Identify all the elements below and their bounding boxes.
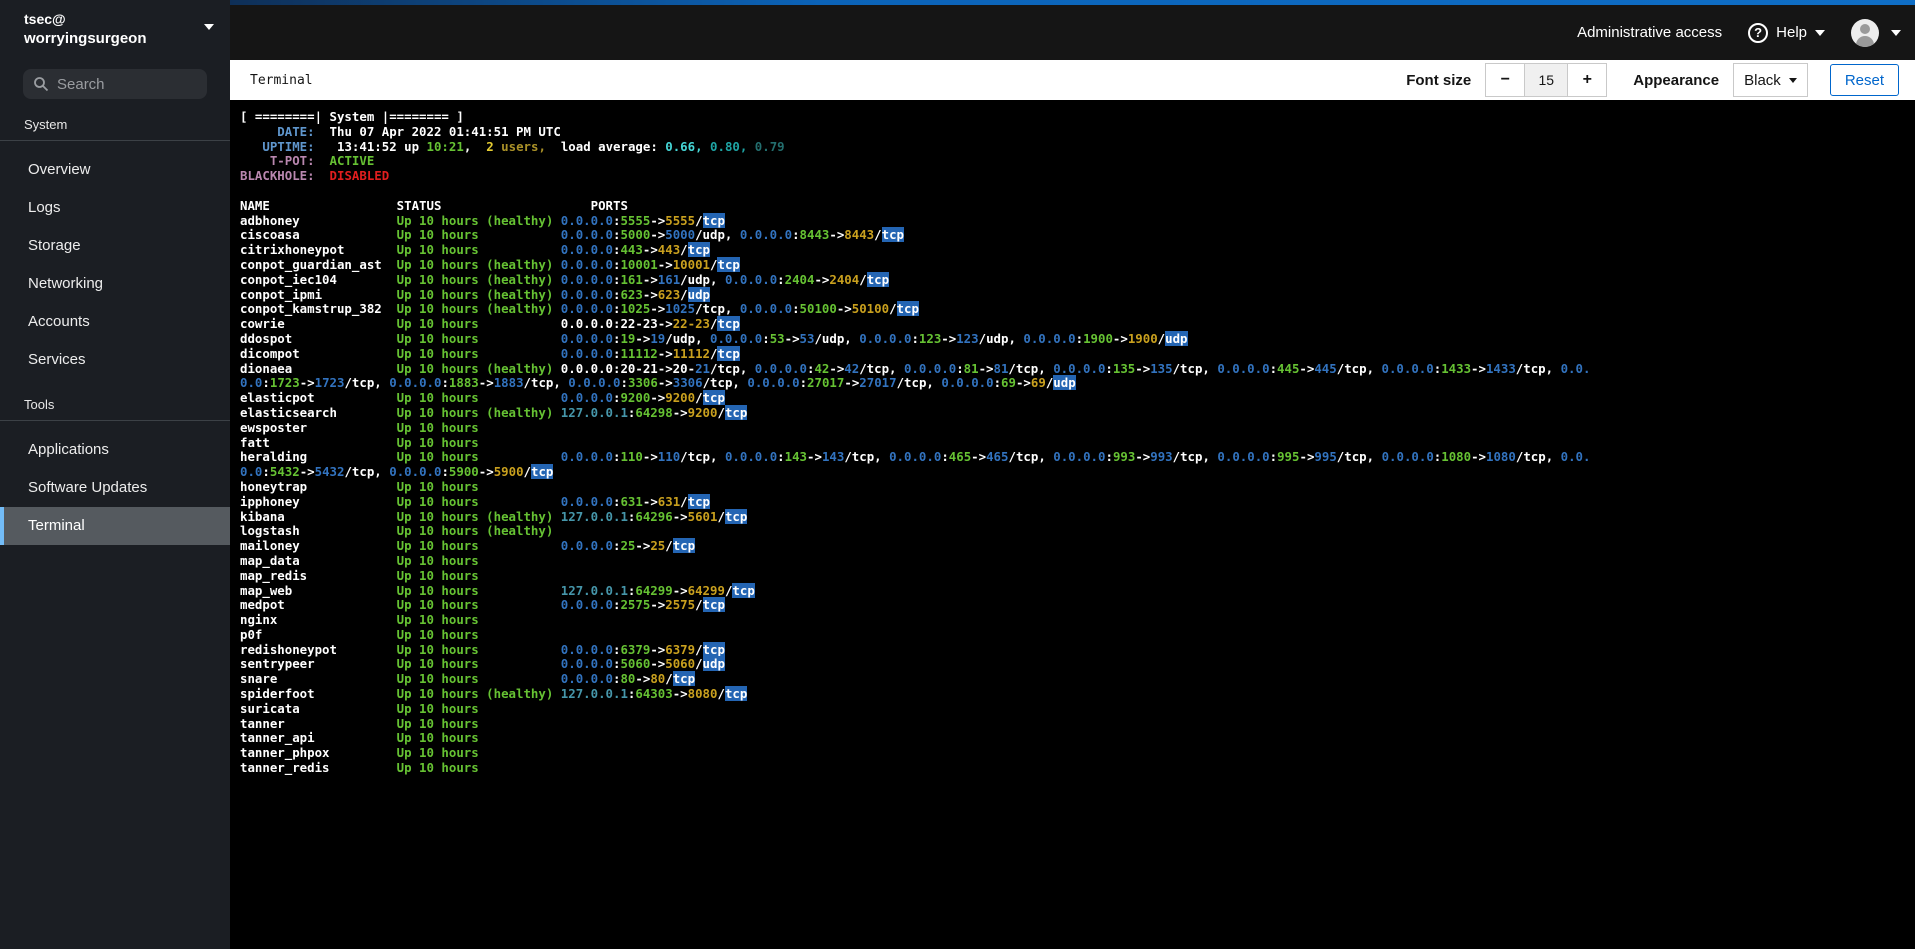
- chevron-down-icon: [204, 24, 214, 30]
- nav-section-label: Tools: [24, 397, 55, 412]
- sidebar-item-overview[interactable]: Overview: [0, 151, 230, 189]
- font-size-label: Font size: [1406, 71, 1472, 89]
- sidebar-nav: System Overview Logs Storage Networking Accou…: [0, 113, 230, 545]
- terminal-line: mailoney Up 10 hours 0.0.0.0:25->25/tcp: [240, 538, 696, 554]
- terminal-line: logstash Up 10 hours (healthy): [240, 523, 561, 539]
- sidebar-item-terminal[interactable]: Terminal: [0, 507, 230, 545]
- terminal-line: map_web Up 10 hours 127.0.0.1:64299->642…: [240, 582, 755, 598]
- terminal-line: DATE: Thu 07 Apr 2022 01:41:51 PM UTC: [240, 123, 561, 139]
- page-title: Terminal: [250, 72, 313, 88]
- terminal-line: BLACKHOLE: DISABLED: [240, 168, 390, 184]
- terminal-line: adbhoney Up 10 hours (healthy) 0.0.0.0:5…: [240, 212, 725, 228]
- masthead: Administrative access ? Help: [230, 0, 1915, 60]
- sidebar-item-logs[interactable]: Logs: [0, 189, 230, 227]
- help-menu[interactable]: ? Help: [1748, 22, 1825, 43]
- terminal-line: ipphoney Up 10 hours 0.0.0.0:631->631/tc…: [240, 493, 711, 509]
- terminal-line: ciscoasa Up 10 hours 0.0.0.0:5000->5000/…: [240, 227, 904, 243]
- terminal-line: dicompot Up 10 hours 0.0.0.0:11112->1111…: [240, 345, 740, 361]
- sidebar-item-networking[interactable]: Networking: [0, 265, 230, 303]
- font-size-value: 15: [1525, 63, 1568, 97]
- terminal-line: conpot_kamstrup_382 Up 10 hours (healthy…: [240, 301, 919, 317]
- appearance-label: Appearance: [1633, 71, 1720, 89]
- terminal-line: NAME STATUS PORTS: [240, 197, 628, 213]
- terminal-line: honeytrap Up 10 hours: [240, 478, 561, 494]
- terminal-line: conpot_iec104 Up 10 hours (healthy) 0.0.…: [240, 271, 890, 287]
- font-size-stepper: − 15 +: [1485, 63, 1608, 97]
- terminal-line: redishoneypot Up 10 hours 0.0.0.0:6379->…: [240, 641, 725, 657]
- chevron-down-icon: [1815, 29, 1825, 36]
- terminal-line: conpot_ipmi Up 10 hours (healthy) 0.0.0.…: [240, 286, 711, 302]
- terminal-line: ewsposter Up 10 hours: [240, 419, 561, 435]
- appearance-value: Black: [1744, 71, 1781, 89]
- terminal-line: cowrie Up 10 hours 0.0.0.0:22-23->22-23/…: [240, 316, 740, 332]
- user-menu[interactable]: tsec@ worryingsurgeon: [0, 0, 230, 61]
- reset-button[interactable]: Reset: [1829, 64, 1899, 96]
- search-icon: [34, 77, 49, 92]
- administrative-access-button[interactable]: Administrative access: [1577, 24, 1722, 41]
- terminal-output[interactable]: [ ========| System |======== ] DATE: Thu…: [230, 100, 1915, 949]
- terminal-line: sentrypeer Up 10 hours 0.0.0.0:5060->506…: [240, 656, 725, 672]
- terminal-line: citrixhoneypot Up 10 hours 0.0.0.0:443->…: [240, 242, 711, 258]
- search-box: [23, 69, 207, 99]
- nav-section: Tools Applications Software Updates Termina…: [0, 393, 230, 545]
- terminal-line: map_redis Up 10 hours: [240, 567, 561, 583]
- terminal-line: tanner_redis Up 10 hours: [240, 760, 561, 776]
- terminal-line: kibana Up 10 hours (healthy) 127.0.0.1:6…: [240, 508, 748, 524]
- terminal-line: snare Up 10 hours 0.0.0.0:80->80/tcp: [240, 671, 696, 687]
- terminal-line: tanner_phpox Up 10 hours: [240, 745, 561, 761]
- terminal-line: tanner_api Up 10 hours: [240, 730, 561, 746]
- chevron-down-icon: [1891, 29, 1901, 36]
- terminal-line: medpot Up 10 hours 0.0.0.0:2575->2575/tc…: [240, 597, 725, 613]
- terminal-line: ddospot Up 10 hours 0.0.0.0:19->19/udp, …: [240, 330, 1188, 346]
- sidebar-item-services[interactable]: Services: [0, 341, 230, 379]
- nav-section: System Overview Logs Storage Networking Accou…: [0, 113, 230, 379]
- terminal-line: p0f Up 10 hours: [240, 626, 561, 642]
- terminal-toolbar: Terminal Font size − 15 + Appearance Bla…: [230, 60, 1915, 100]
- terminal-line: suricata Up 10 hours: [240, 700, 561, 716]
- sidebar-item-software-updates[interactable]: Software Updates: [0, 469, 230, 507]
- terminal-line: fatt Up 10 hours: [240, 434, 561, 450]
- appearance-select[interactable]: Black: [1733, 63, 1808, 97]
- terminal-line: dionaea Up 10 hours (healthy) 0.0.0.0:20…: [240, 360, 1591, 376]
- terminal-line: T-POT: ACTIVE: [240, 153, 375, 169]
- nav-section-label: System: [24, 117, 68, 132]
- font-size-increase-button[interactable]: +: [1567, 63, 1608, 97]
- chevron-down-icon: [1788, 77, 1797, 83]
- terminal-line: UPTIME: 13:41:52 up 10:21, 2 users, load…: [240, 138, 785, 154]
- terminal-line: conpot_guardian_ast Up 10 hours (healthy…: [240, 256, 740, 272]
- help-label: Help: [1776, 24, 1807, 41]
- help-icon: ?: [1748, 22, 1769, 43]
- terminal-line: elasticsearch Up 10 hours (healthy) 127.…: [240, 404, 748, 420]
- sidebar-item-accounts[interactable]: Accounts: [0, 303, 230, 341]
- terminal-line: spiderfoot Up 10 hours (healthy) 127.0.0…: [240, 686, 748, 702]
- terminal-line: elasticpot Up 10 hours 0.0.0.0:9200->920…: [240, 390, 725, 406]
- username-user: tsec@: [24, 11, 66, 27]
- avatar: [1851, 18, 1879, 47]
- sidebar-item-applications[interactable]: Applications: [0, 431, 230, 469]
- terminal-line: map_data Up 10 hours: [240, 552, 561, 568]
- terminal-line: 0.0:5432->5432/tcp, 0.0.0.0:5900->5900/t…: [240, 464, 554, 480]
- sidebar-item-storage[interactable]: Storage: [0, 227, 230, 265]
- terminal-line: tanner Up 10 hours: [240, 715, 561, 731]
- terminal-line: heralding Up 10 hours 0.0.0.0:110->110/t…: [240, 449, 1591, 465]
- search-input[interactable]: [23, 69, 207, 99]
- username-host: worryingsurgeon: [24, 30, 147, 47]
- sidebar: tsec@ worryingsurgeon System OverviewLogs…: [0, 0, 230, 949]
- username: tsec@ worryingsurgeon: [24, 10, 204, 49]
- font-size-decrease-button[interactable]: −: [1485, 63, 1526, 97]
- terminal-line: [ ========| System |======== ]: [240, 109, 464, 124]
- terminal-line: nginx Up 10 hours: [240, 612, 561, 628]
- terminal-line: 0.0:1723->1723/tcp, 0.0.0.0:1883->1883/t…: [240, 375, 1076, 391]
- session-menu[interactable]: [1851, 18, 1901, 47]
